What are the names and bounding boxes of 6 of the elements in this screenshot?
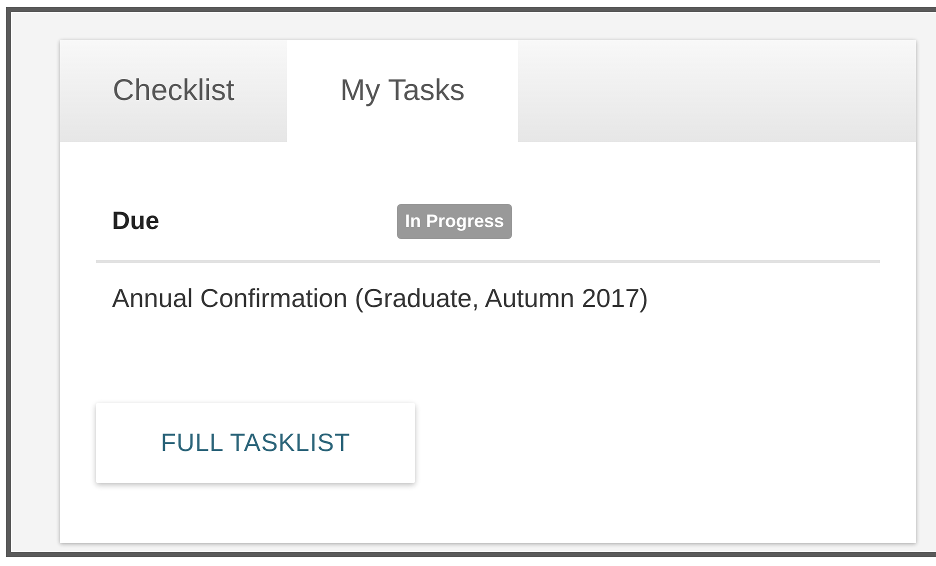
- column-header: Due: [112, 206, 160, 236]
- tab[interactable]: Checklist: [60, 40, 287, 142]
- full-tasklist-button[interactable]: FULL TASKLIST: [96, 403, 415, 483]
- status-badge: In Progress: [397, 204, 512, 238]
- tab[interactable]: My Tasks: [287, 40, 518, 142]
- task-item[interactable]: Annual Confirmation (Graduate, Autumn 2017): [96, 263, 648, 353]
